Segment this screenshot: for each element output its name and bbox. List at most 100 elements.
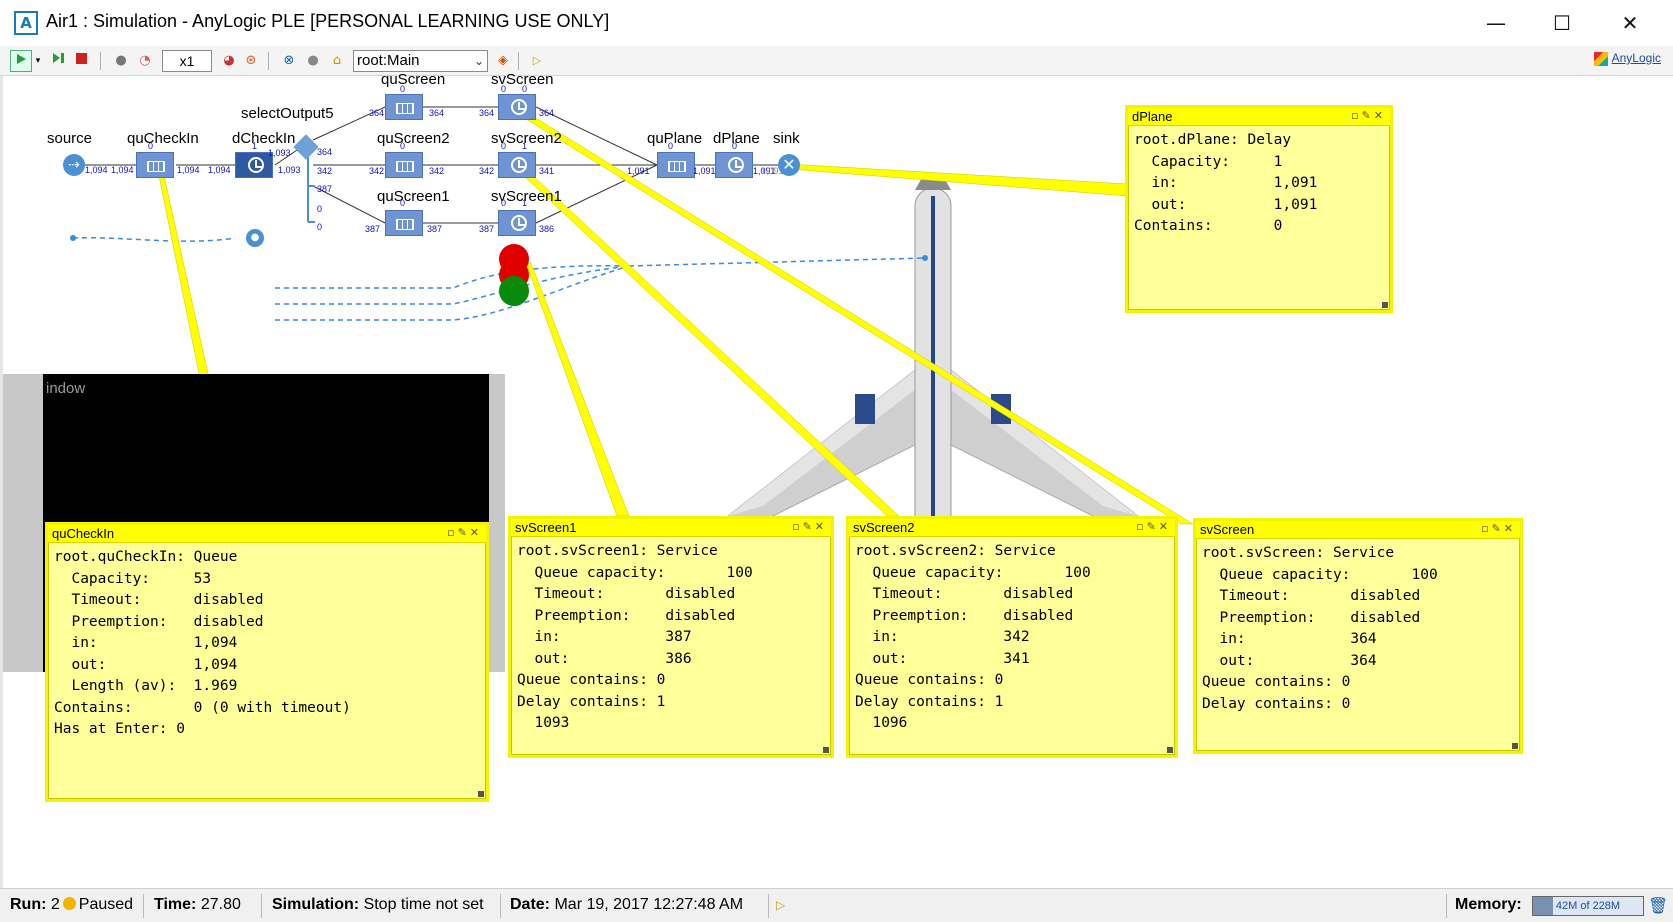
quPlane-out-count: 1,091 xyxy=(693,166,716,176)
brand-text: AnyLogic xyxy=(1611,51,1661,65)
virtual-time-icon[interactable]: ● xyxy=(110,50,132,72)
clock-icon xyxy=(728,157,744,173)
popup-controls-icon[interactable]: ▫✎✕ xyxy=(447,526,482,539)
run-value: 2 xyxy=(50,896,60,913)
memory-bar: 42M of 228M xyxy=(1532,896,1644,916)
root-select[interactable]: root:Main ⌄ xyxy=(353,50,488,72)
stop-icon[interactable] xyxy=(70,50,92,72)
svScreen1-queue-size: 0 xyxy=(501,198,507,208)
svScreen2-queue-size: 0 xyxy=(501,141,507,151)
navigate-icon[interactable]: ⊗ xyxy=(278,50,300,72)
simulation-status: Simulation: Stop time not set xyxy=(272,896,484,914)
popup-title: quCheckIn xyxy=(52,526,115,541)
dCheckIn-out-count: 1,093 xyxy=(278,165,301,175)
quCheckIn-size: 0 xyxy=(148,141,154,151)
record-icon[interactable]: ◈ xyxy=(492,50,514,72)
memory-value: 42M of 228M xyxy=(1555,900,1621,912)
popup-title: svScreen xyxy=(1200,522,1255,537)
resize-grip-icon[interactable] xyxy=(478,791,484,797)
run-dropdown-icon[interactable]: ▾ xyxy=(32,50,44,72)
service-block-svScreen1[interactable] xyxy=(498,210,536,236)
speed-field[interactable]: x1 xyxy=(162,50,212,72)
inspect-popup-svScreen2[interactable]: svScreen2 ▫✎✕ root.svScreen2: Service Qu… xyxy=(846,516,1178,758)
popup-header[interactable]: dPlane ▫✎✕ xyxy=(1128,108,1390,126)
clock-icon xyxy=(511,157,527,173)
resize-grip-icon[interactable] xyxy=(1512,743,1518,749)
expand-status-icon[interactable]: ▷ xyxy=(776,898,785,912)
memory-label: Memory: xyxy=(1455,896,1522,913)
popup-header[interactable]: svScreen1 ▫✎✕ xyxy=(511,519,831,537)
popup-header[interactable]: svScreen2 ▫✎✕ xyxy=(849,519,1175,537)
close-button[interactable]: ✕ xyxy=(1600,6,1660,40)
quScreen2-size: 0 xyxy=(400,141,406,151)
inspect-popup-quCheckIn[interactable]: quCheckIn ▫✎✕ root.quCheckIn: Queue Capa… xyxy=(45,522,489,802)
real-time-icon[interactable]: ⊛ xyxy=(240,50,262,72)
selectOutput5-out1-count: 364 xyxy=(317,147,333,157)
selectOutput5-out4-count: 0 xyxy=(317,204,323,214)
popup-controls-icon[interactable]: ▫✎✕ xyxy=(1136,520,1171,533)
svScreen-out-count: 364 xyxy=(539,108,555,118)
quPlane-label: quPlane xyxy=(647,130,703,147)
dCheckIn-label: dCheckIn xyxy=(232,130,296,147)
run-label: Run: xyxy=(10,896,47,913)
maximize-button[interactable]: ☐ xyxy=(1532,6,1592,40)
memory-status: Memory: xyxy=(1455,896,1522,914)
dCheckIn-size: 1 xyxy=(252,141,258,151)
resize-grip-icon[interactable] xyxy=(1382,302,1388,308)
popup-header[interactable]: quCheckIn ▫✎✕ xyxy=(48,525,486,543)
inspect-popup-svScreen1[interactable]: svScreen1 ▫✎✕ root.svScreen1: Service Qu… xyxy=(508,516,834,758)
svScreen2-out-count: 341 xyxy=(539,166,555,176)
inspect-popup-svScreen[interactable]: svScreen ▫✎✕ root.svScreen: Service Queu… xyxy=(1193,518,1523,754)
faster-icon[interactable]: ◕ xyxy=(218,50,240,72)
popup-body: root.svScreen2: Service Queue capacity: … xyxy=(855,543,1091,731)
popup-header[interactable]: svScreen ▫✎✕ xyxy=(1196,521,1520,539)
queue-block-quPlane[interactable] xyxy=(657,152,695,178)
queue-block-quScreen[interactable] xyxy=(385,94,423,120)
minimize-button[interactable]: — xyxy=(1466,6,1526,40)
selectOutput5-label: selectOutput5 xyxy=(241,105,334,122)
quScreen-size: 0 xyxy=(400,84,406,94)
quScreen-in-count: 364 xyxy=(369,108,385,118)
service-block-svScreen[interactable] xyxy=(498,94,536,120)
step-icon[interactable] xyxy=(48,50,70,72)
sim-value: Stop time not set xyxy=(363,896,484,913)
source-block-icon[interactable]: ⇢ xyxy=(63,154,85,176)
quScreen-out-count: 364 xyxy=(429,108,445,118)
run-icon[interactable] xyxy=(10,50,32,72)
view-areas-icon[interactable]: ● xyxy=(302,50,324,72)
expand-icon[interactable]: ▷ xyxy=(526,50,548,72)
queue-block-quCheckIn[interactable] xyxy=(136,152,174,178)
quPlane-in-count: 1,091 xyxy=(627,166,650,176)
popup-controls-icon[interactable]: ▫✎✕ xyxy=(792,520,827,533)
time-value: 27.80 xyxy=(200,896,241,913)
view-window-title: indow xyxy=(46,380,86,397)
quScreen1-out-count: 387 xyxy=(427,224,443,234)
model-canvas[interactable]: ⇢ source 1,094 quCheckIn 0 1,094 1,094 d… xyxy=(0,71,1673,888)
anylogic-brand-link[interactable]: AnyLogic xyxy=(1593,51,1661,66)
quCheckIn-in-count: 1,094 xyxy=(111,165,134,175)
date-status: Date: Mar 19, 2017 12:27:48 AM xyxy=(510,896,743,914)
inspect-popup-dPlane[interactable]: dPlane ▫✎✕ root.dPlane: Delay Capacity: … xyxy=(1125,105,1393,313)
popup-controls-icon[interactable]: ▫✎✕ xyxy=(1351,109,1386,122)
queue-block-quScreen1[interactable] xyxy=(385,210,423,236)
dPlane-size: 0 xyxy=(732,141,738,151)
quScreen1-label: quScreen1 xyxy=(377,188,450,205)
queue-block-quScreen2[interactable] xyxy=(385,152,423,178)
service-block-svScreen2[interactable] xyxy=(498,152,536,178)
source-out-count: 1,094 xyxy=(85,165,108,175)
sink-in-count: 1,091 xyxy=(761,166,784,176)
window-title: Air1 : Simulation - AnyLogic PLE [PERSON… xyxy=(46,11,610,31)
popup-body: root.svScreen1: Service Queue capacity: … xyxy=(517,543,753,731)
quScreen1-in-count: 387 xyxy=(365,224,381,234)
delay-block-dPlane[interactable] xyxy=(715,152,753,178)
resize-grip-icon[interactable] xyxy=(1167,747,1173,753)
popup-title: dPlane xyxy=(1132,109,1173,124)
resize-grip-icon[interactable] xyxy=(823,747,829,753)
clock-icon xyxy=(511,99,527,115)
popup-controls-icon[interactable]: ▫✎✕ xyxy=(1481,522,1516,535)
slower-icon[interactable]: ◔ xyxy=(134,50,156,72)
memory-bar-fill xyxy=(1533,897,1553,915)
event-icon[interactable]: ● xyxy=(246,229,264,247)
trash-icon[interactable]: 🗑 xyxy=(1648,896,1668,916)
folder-icon[interactable]: ⌂ xyxy=(326,50,348,72)
